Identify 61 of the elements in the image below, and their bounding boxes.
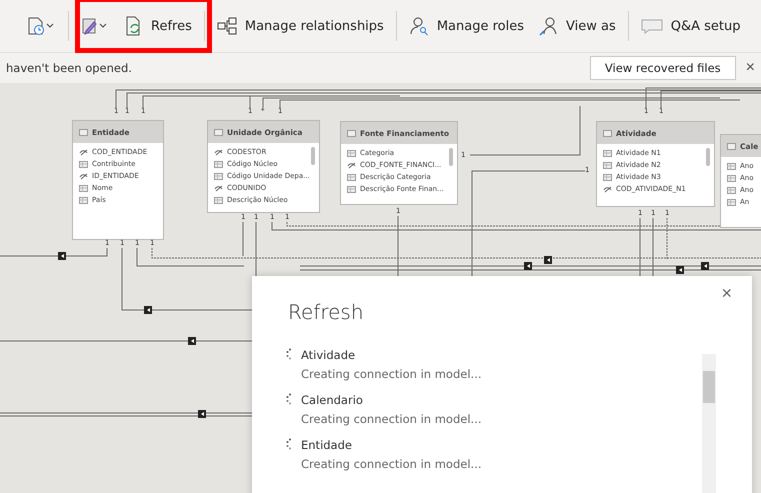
- table-name: Atividade: [301, 348, 356, 362]
- hidden-field-icon: [79, 172, 88, 180]
- table-name: Entidade: [301, 438, 353, 452]
- scroll-thumb[interactable]: [706, 148, 710, 166]
- spinner-icon: [286, 438, 292, 450]
- column-icon: [603, 174, 612, 180]
- column-icon: [79, 184, 88, 192]
- column-icon: [727, 198, 736, 206]
- hidden-field-icon: [603, 186, 612, 192]
- column-icon: [727, 162, 736, 170]
- relationship-marker-icon: [544, 256, 552, 264]
- chat-icon: [640, 17, 663, 35]
- page-clock-icon[interactable]: [26, 16, 56, 36]
- view-as-button[interactable]: View as: [538, 16, 616, 36]
- notification-message: haven't been opened.: [6, 61, 133, 75]
- qa-button[interactable]: Q&A setup: [640, 17, 740, 35]
- column-icon: [347, 186, 356, 192]
- column-icon: [79, 160, 88, 168]
- relationship-marker-icon: [676, 266, 684, 274]
- relationship-marker-icon: [198, 410, 206, 418]
- scroll-thumb[interactable]: [311, 147, 315, 165]
- column-icon: [214, 196, 223, 204]
- relationship-marker-icon: [188, 337, 196, 345]
- column-icon: [214, 172, 223, 180]
- relationship-marker-icon: [58, 252, 66, 260]
- close-button[interactable]: ×: [715, 282, 738, 305]
- table-icon: [214, 128, 223, 136]
- column-icon: [603, 150, 612, 156]
- table-icon: [347, 130, 356, 136]
- relationship-marker-icon: [701, 262, 709, 270]
- relationship-marker-icon: [524, 262, 532, 270]
- view-recovered-files-button[interactable]: View recovered files: [590, 56, 736, 80]
- roles-button[interactable]: Manage roles: [408, 16, 524, 36]
- hidden-field-icon: [347, 162, 356, 168]
- column-icon: [727, 186, 736, 194]
- table-icon: [727, 142, 736, 150]
- hidden-field-icon: [79, 148, 88, 156]
- scroll-thumb[interactable]: [449, 148, 453, 166]
- status-text: Creating connection in model...: [301, 457, 482, 471]
- column-icon: [79, 196, 88, 204]
- spinner-icon: [286, 393, 292, 405]
- refresh-button[interactable]: Refres: [125, 16, 192, 36]
- close-button[interactable]: ×: [746, 59, 755, 77]
- status-text: Creating connection in model...: [301, 412, 482, 426]
- column-icon: [347, 150, 356, 156]
- column-icon: [347, 174, 356, 180]
- column-icon: [603, 162, 612, 168]
- relationships-icon: [216, 17, 237, 35]
- hidden-field-icon: [214, 148, 223, 156]
- hidden-field-icon: [214, 184, 223, 192]
- status-text: Creating connection in model...: [301, 367, 482, 381]
- table-icon: [79, 128, 88, 136]
- table-icon: [603, 130, 612, 136]
- relationship-marker-icon: [144, 306, 152, 314]
- column-icon: [214, 160, 223, 168]
- scroll-thumb[interactable]: [703, 371, 715, 403]
- table-name: Calendario: [301, 393, 364, 407]
- column-icon: [727, 174, 736, 182]
- relationships-button[interactable]: Manage relationships: [216, 17, 384, 35]
- dialog-title: Refresh: [288, 300, 364, 324]
- spinner-icon: [286, 348, 292, 360]
